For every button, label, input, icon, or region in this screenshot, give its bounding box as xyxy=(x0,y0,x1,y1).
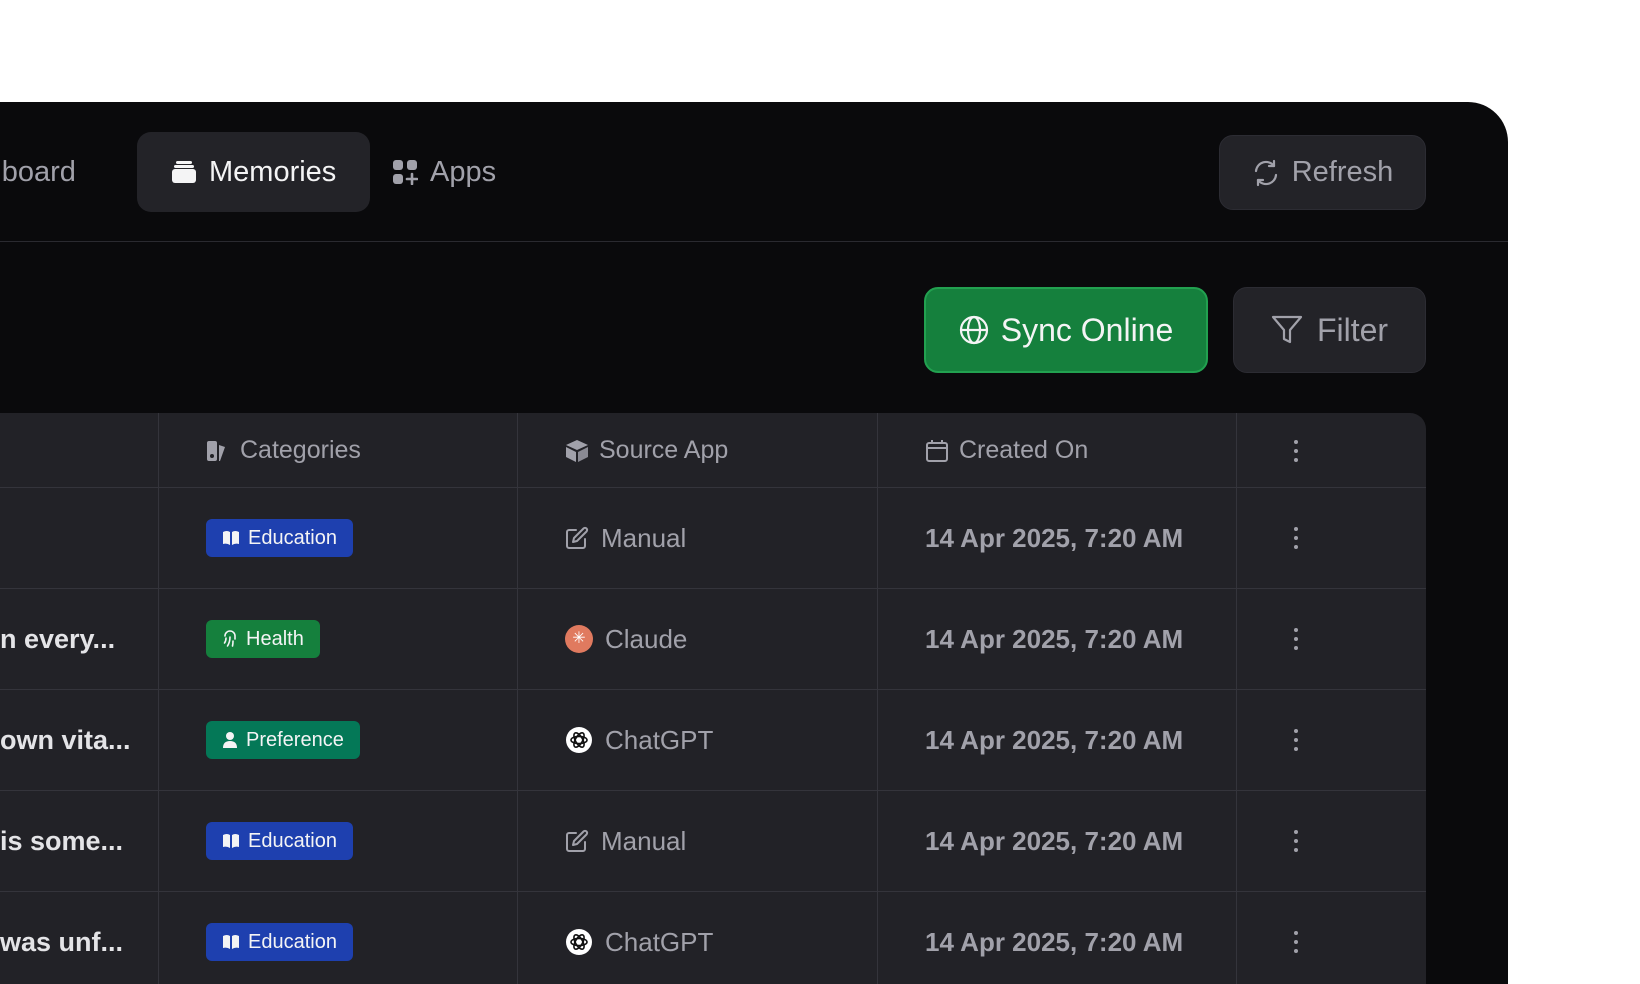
apps-icon xyxy=(392,159,418,185)
header-created-on[interactable]: Created On xyxy=(925,413,1088,488)
source-app-label: Manual xyxy=(601,825,687,856)
created-on-value: 14 Apr 2025, 7:20 AM xyxy=(925,825,1184,856)
tab-memories-label: Memories xyxy=(209,155,337,188)
tab-apps-label: Apps xyxy=(430,155,497,188)
source-app-label: Claude xyxy=(605,623,688,654)
header-source-app-label: Source App xyxy=(599,436,729,464)
row-options-button[interactable] xyxy=(1293,488,1299,588)
memory-text: n every... xyxy=(0,623,116,654)
memories-table: Categories Source App Created On Educati… xyxy=(0,413,1426,984)
chatgpt-icon xyxy=(565,928,593,956)
category-badge[interactable]: Education xyxy=(206,822,353,860)
category-cell: Education xyxy=(206,892,353,984)
kebab-icon xyxy=(1293,628,1299,650)
source-app-label: ChatGPT xyxy=(605,724,714,755)
category-badge[interactable]: Health xyxy=(206,620,320,658)
source-app-label: ChatGPT xyxy=(605,926,714,957)
fingerprint-icon xyxy=(222,630,238,648)
globe-icon xyxy=(959,315,989,345)
table-row[interactable]: is some... Education Manual 14 Apr 2025,… xyxy=(0,791,1426,892)
category-label: Preference xyxy=(246,728,344,751)
kebab-icon xyxy=(1293,439,1299,462)
filter-icon xyxy=(1271,315,1303,345)
category-badge[interactable]: Preference xyxy=(206,721,360,759)
tab-dashboard-label: Dashboard xyxy=(0,155,76,188)
table-row[interactable]: Education Manual 14 Apr 2025, 7:20 AM xyxy=(0,488,1426,589)
memory-text: was unf... xyxy=(0,926,124,957)
book-icon xyxy=(222,833,240,849)
row-options-button[interactable] xyxy=(1293,690,1299,790)
table-row[interactable]: own vita... Preference ChatGPT 14 Apr 20… xyxy=(0,690,1426,791)
header-source-app[interactable]: Source App xyxy=(565,413,728,488)
categories-icon xyxy=(206,439,230,463)
row-options-button[interactable] xyxy=(1293,589,1299,689)
user-icon xyxy=(222,731,238,749)
category-label: Education xyxy=(248,829,337,852)
created-on-value: 14 Apr 2025, 7:20 AM xyxy=(925,724,1184,755)
created-on-value: 14 Apr 2025, 7:20 AM xyxy=(925,926,1184,957)
calendar-icon xyxy=(925,439,949,463)
source-app-label: Manual xyxy=(601,522,687,553)
refresh-button[interactable]: Refresh xyxy=(1219,135,1426,210)
claude-icon: ✳ xyxy=(565,625,593,653)
app-window: Dashboard Memories Apps xyxy=(0,102,1508,984)
category-badge[interactable]: Education xyxy=(206,923,353,961)
edit-icon xyxy=(565,526,589,550)
category-cell: Education xyxy=(206,488,353,588)
source-app-cell: ✳ Claude xyxy=(565,589,687,689)
source-app-cell: ChatGPT xyxy=(565,690,713,790)
edit-icon xyxy=(565,829,589,853)
book-icon xyxy=(222,530,240,546)
chatgpt-icon xyxy=(565,726,593,754)
category-cell: Preference xyxy=(206,690,360,790)
refresh-icon xyxy=(1252,159,1280,187)
category-label: Education xyxy=(248,526,337,549)
header-categories[interactable]: Categories xyxy=(206,413,361,488)
sync-online-label: Sync Online xyxy=(1000,311,1174,348)
kebab-icon xyxy=(1293,527,1299,549)
category-label: Health xyxy=(246,627,304,650)
created-on-value: 14 Apr 2025, 7:20 AM xyxy=(925,623,1184,654)
filter-button[interactable]: Filter xyxy=(1233,287,1426,373)
source-app-cell: Manual xyxy=(565,791,686,891)
kebab-icon xyxy=(1293,830,1299,852)
table-row[interactable]: n every... Health ✳ Claude 14 Apr 2025, … xyxy=(0,589,1426,690)
table-header: Categories Source App Created On xyxy=(0,413,1426,488)
category-cell: Education xyxy=(206,791,353,891)
top-navigation: Dashboard Memories Apps xyxy=(0,102,1508,242)
memory-text: is some... xyxy=(0,825,124,856)
row-options-button[interactable] xyxy=(1293,791,1299,891)
created-on-value: 14 Apr 2025, 7:20 AM xyxy=(925,522,1184,553)
memories-icon xyxy=(171,160,197,184)
filter-label: Filter xyxy=(1316,311,1389,348)
source-app-cell: Manual xyxy=(565,488,686,588)
column-options-button[interactable] xyxy=(1293,413,1299,488)
source-app-cell: ChatGPT xyxy=(565,892,713,984)
header-categories-label: Categories xyxy=(240,436,361,464)
table-row[interactable]: was unf... Education ChatGPT 14 Apr 2025… xyxy=(0,892,1426,984)
category-label: Education xyxy=(248,930,337,953)
row-options-button[interactable] xyxy=(1293,892,1299,984)
sync-online-button[interactable]: Sync Online xyxy=(924,287,1208,373)
memory-text: own vita... xyxy=(0,724,131,755)
kebab-icon xyxy=(1293,931,1299,953)
book-icon xyxy=(222,934,240,950)
category-badge[interactable]: Education xyxy=(206,519,353,557)
kebab-icon xyxy=(1293,729,1299,751)
tab-memories[interactable]: Memories xyxy=(137,132,370,212)
refresh-label: Refresh xyxy=(1291,156,1394,188)
package-icon xyxy=(565,439,589,463)
tab-dashboard[interactable]: Dashboard xyxy=(0,132,110,212)
category-cell: Health xyxy=(206,589,320,689)
header-created-on-label: Created On xyxy=(959,436,1089,464)
tab-apps[interactable]: Apps xyxy=(358,132,530,212)
